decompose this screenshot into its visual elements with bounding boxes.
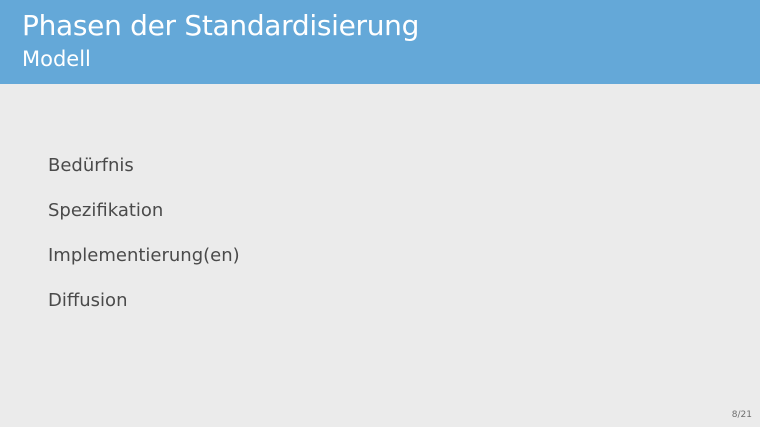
page-number: 8/21 xyxy=(731,410,752,420)
phase-item-beduerfnis: Bedürfnis xyxy=(48,155,134,176)
phase-item-spezifikation: Spezifikation xyxy=(48,200,164,221)
slide-subtitle: Modell xyxy=(22,47,91,71)
slide-title: Phasen der Standardisierung xyxy=(22,9,420,42)
phase-item-diffusion: Diffusion xyxy=(48,290,128,311)
slide-header: Phasen der Standardisierung Modell xyxy=(0,0,760,84)
phase-list: Bedürfnis Spezifikation Implementierung(… xyxy=(48,153,240,333)
phase-item-implementierung: Implementierung(en) xyxy=(48,245,240,266)
slide: Phasen der Standardisierung Modell Bedür… xyxy=(0,0,760,427)
